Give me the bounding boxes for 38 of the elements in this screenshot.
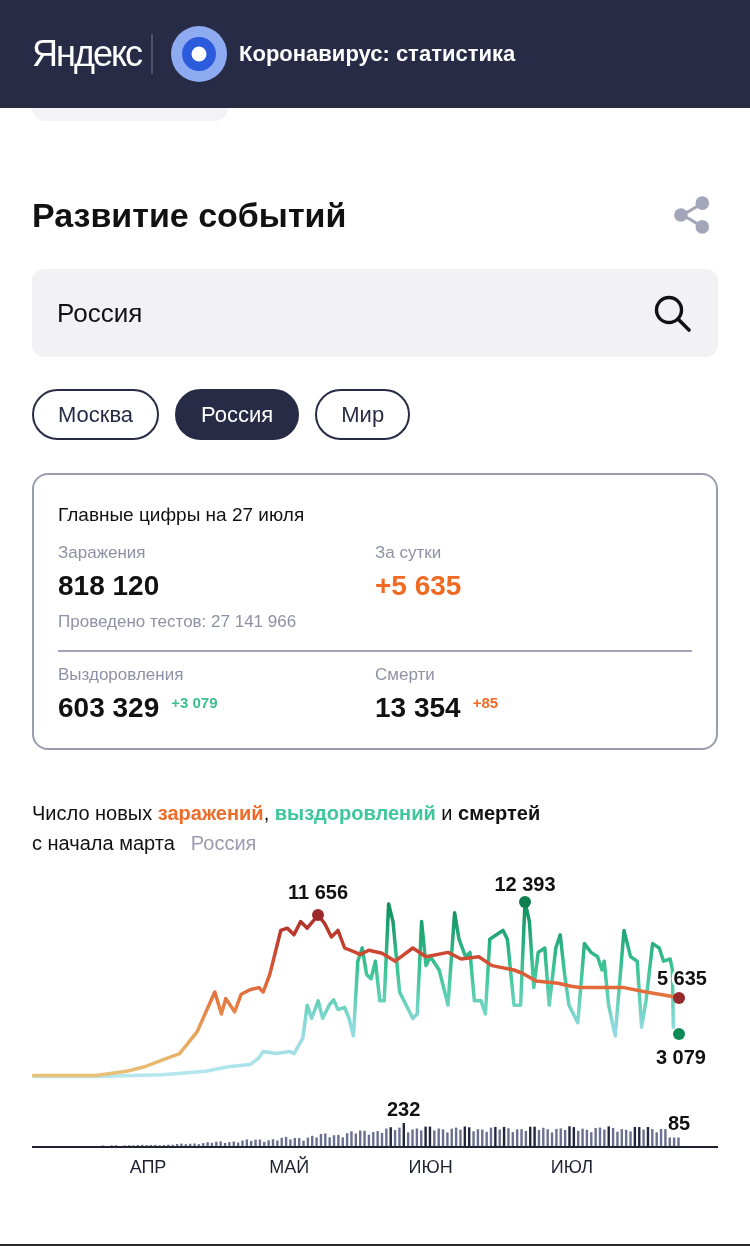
stat-label: Смерти <box>375 664 435 686</box>
section-heading: Развитие событий <box>32 195 347 235</box>
stat-change: +3 079 <box>171 694 218 712</box>
region-tab[interactable]: Мир <box>315 389 411 440</box>
search-field[interactable]: Россия <box>32 269 718 357</box>
region-tab[interactable]: Россия <box>175 389 300 440</box>
point-marker-icon <box>673 1028 685 1040</box>
point-marker-icon <box>312 909 324 921</box>
page-title: Коронавирус: статистика <box>239 40 516 68</box>
stat-label: Выздоровления <box>58 664 184 686</box>
region-label: Россия <box>190 831 257 856</box>
point-marker-icon <box>519 896 531 908</box>
stat-change: +85 <box>472 694 499 712</box>
stat-value: 13 354 <box>375 692 461 724</box>
logo-wordmark[interactable]: Яндекс <box>32 34 142 74</box>
chart-subtitle: с начала марта <box>32 831 175 856</box>
region-tab[interactable]: Москва <box>32 389 160 440</box>
value-label: 5 635 <box>656 967 707 989</box>
circle-logo-icon <box>171 26 228 82</box>
value-label: 11 656 <box>287 881 349 903</box>
month-label: АПР <box>129 1157 167 1177</box>
stat-value: +5 635 <box>375 570 462 602</box>
tests-note: Проведено тестов: 27 141 966 <box>58 611 297 633</box>
stat-label: За сутки <box>375 542 442 564</box>
card-title: Главные цифры на 27 июля <box>58 503 305 527</box>
search-icon[interactable] <box>652 293 692 333</box>
value-label: 3 079 <box>655 1046 706 1068</box>
chart-title: Число новых заражений, выздоровлений и смертей <box>32 801 541 826</box>
point-marker-icon <box>673 992 685 1004</box>
month-label: ИЮН <box>408 1157 453 1177</box>
stat-label: Заражения <box>58 542 146 564</box>
month-label: ИЮЛ <box>550 1157 593 1177</box>
value-label: 232 <box>386 1098 421 1120</box>
stat-value: 818 120 <box>58 570 160 602</box>
value-label: 12 393 <box>494 873 556 895</box>
value-label: 85 <box>667 1112 691 1134</box>
stat-value: 603 329 <box>58 692 160 724</box>
month-label: МАЙ <box>269 1157 310 1177</box>
